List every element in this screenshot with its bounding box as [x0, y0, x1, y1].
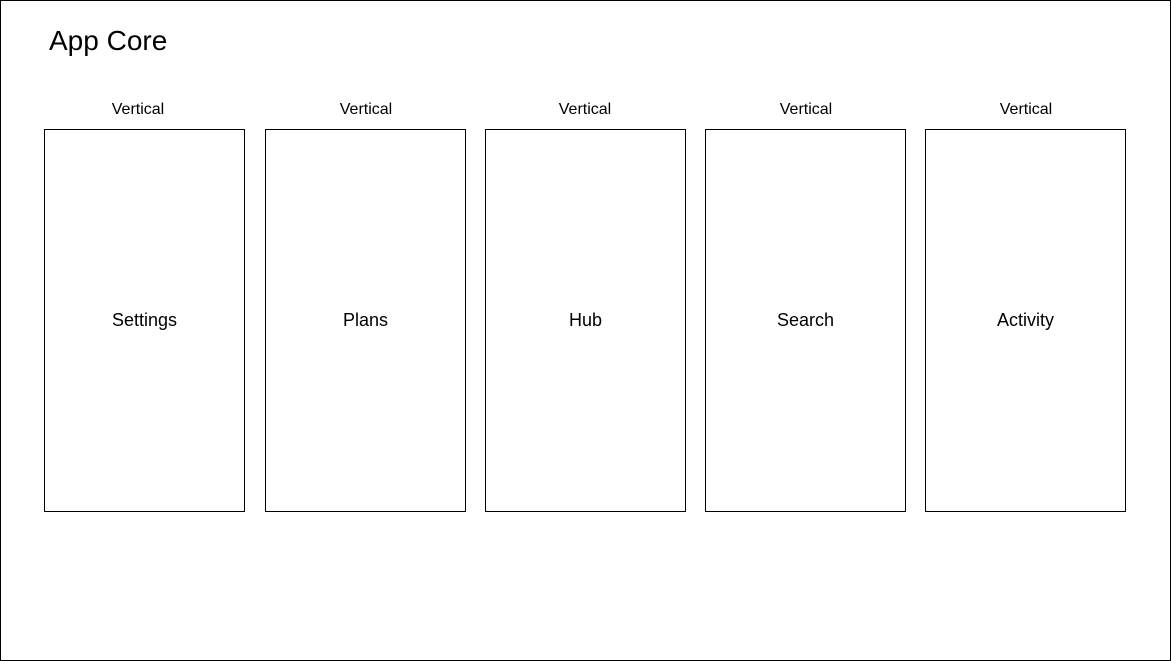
plans-box: Plans [265, 129, 466, 512]
column-label-search: Vertical [779, 101, 833, 118]
search-box: Search [705, 129, 906, 512]
activity-box-label: Activity [996, 309, 1054, 330]
search-box-label: Search [776, 309, 835, 330]
hub-box: Hub [485, 129, 686, 512]
column-label-settings: Vertical [111, 101, 165, 118]
activity-box: Activity [925, 129, 1126, 512]
column-label-plans: Vertical [339, 101, 393, 118]
settings-box-label: Settings [111, 309, 178, 330]
diagram-title: App Core [49, 25, 168, 56]
hub-box-label: Hub [568, 309, 603, 330]
settings-box: Settings [44, 129, 245, 512]
plans-box-label: Plans [342, 309, 389, 330]
column-label-activity: Vertical [999, 101, 1053, 118]
column-label-hub: Vertical [558, 101, 612, 118]
